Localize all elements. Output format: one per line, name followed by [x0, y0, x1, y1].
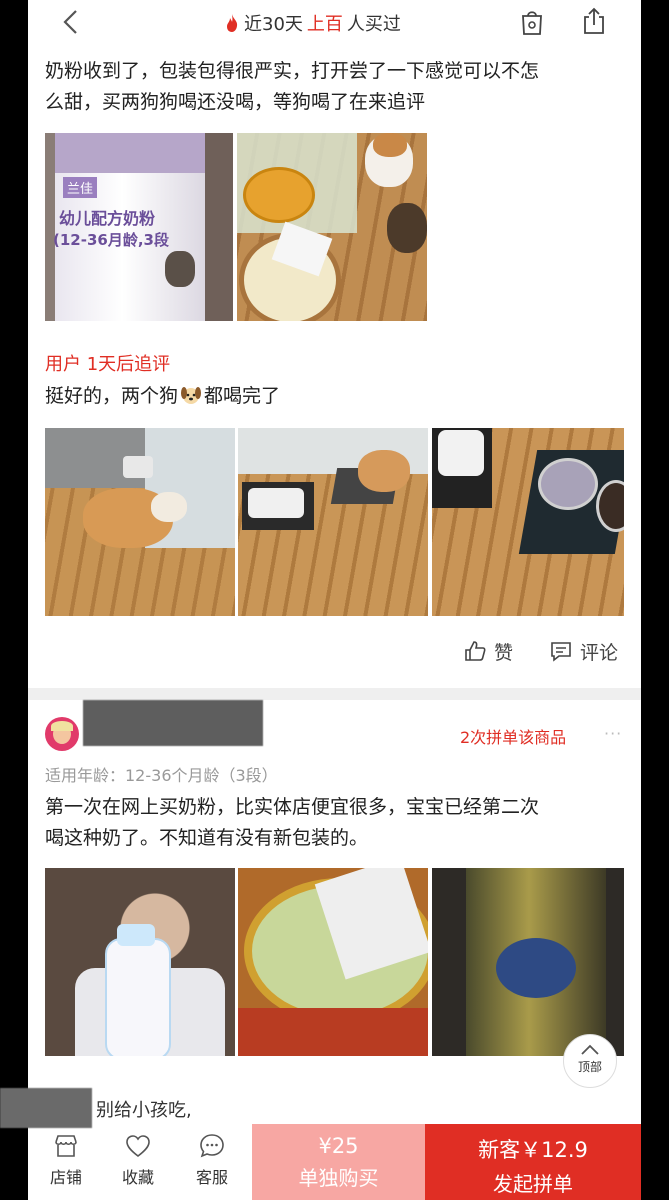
- review-2-photo-can-side[interactable]: [432, 868, 624, 1056]
- banner-suffix: 人买过: [346, 14, 401, 35]
- reply-text: 别给小孩吃,: [96, 1100, 192, 1121]
- heart-icon: [126, 1135, 150, 1158]
- store-icon: [55, 1135, 77, 1157]
- chat-icon: [200, 1134, 224, 1158]
- single-buy-button[interactable]: ¥25 单独购买: [252, 1124, 425, 1200]
- back-to-top-label: 顶部: [577, 1060, 602, 1074]
- shop-icon[interactable]: [518, 7, 546, 37]
- followup-text: 挺好的，两个狗 都喝完了: [45, 381, 280, 412]
- review-2-photo-baby[interactable]: [45, 868, 235, 1056]
- can-label-line-2: (12-36月龄,3段: [53, 231, 169, 249]
- chevron-up-icon: [581, 1044, 599, 1055]
- more-options[interactable]: ···: [604, 724, 622, 743]
- back-arrow-icon[interactable]: [58, 8, 84, 36]
- dog-face-icon: [181, 387, 202, 404]
- can-brand: 兰佳: [63, 177, 98, 198]
- group-buy-label: 发起拼单: [493, 1172, 573, 1196]
- followup-photo-3[interactable]: [432, 428, 624, 616]
- followup-text-after: 都喝完了: [204, 385, 281, 407]
- banner-prefix: 近30天: [244, 14, 303, 35]
- followup-photo-1[interactable]: [45, 428, 235, 616]
- favorite-label: 收藏: [121, 1168, 154, 1187]
- group-buy-price: 新客￥12.9: [478, 1138, 588, 1162]
- comment-icon: [551, 642, 571, 662]
- review-2-spec: 适用年龄：12-36个月龄（3段）: [45, 766, 278, 785]
- single-buy-label: 单独购买: [298, 1166, 379, 1190]
- can-label-line-1: 幼儿配方奶粉: [59, 209, 156, 228]
- reply-strip: 别给小孩吃,: [28, 1090, 641, 1126]
- followup-label: 用户 1天后追评: [45, 354, 171, 375]
- group-buy-button[interactable]: 新客￥12.9 发起拼单: [425, 1124, 641, 1200]
- store-button[interactable]: 店铺: [36, 1132, 96, 1188]
- review-2-photo-can-open[interactable]: [238, 868, 428, 1056]
- service-label: 客服: [195, 1168, 228, 1187]
- back-to-top-button[interactable]: 顶部: [563, 1034, 617, 1088]
- review-1-photo-bowls-dog[interactable]: [237, 133, 427, 321]
- store-label: 店铺: [49, 1168, 82, 1187]
- review-2-text-line-1: 第一次在网上买奶粉，比实体店便宜很多，宝宝已经第二次: [45, 796, 540, 818]
- review-card-2: 2次拼单该商品 ··· 适用年龄：12-36个月龄（3段） 第一次在网上买奶粉，…: [28, 700, 641, 1090]
- flame-icon: [227, 14, 238, 32]
- comment-label: 评论: [580, 641, 619, 664]
- followup-photo-2[interactable]: [238, 428, 428, 616]
- service-button[interactable]: 客服: [182, 1132, 242, 1188]
- comment-button[interactable]: 评论: [550, 636, 618, 666]
- review-1-text-line-2: 么甜，买两狗狗喝还没喝，等狗喝了在来追评: [45, 91, 426, 113]
- review-1-text-line-1: 奶粉收到了，包装包得很严实，打开尝了一下感觉可以不怎: [45, 60, 540, 82]
- review-1-photo-milk-can[interactable]: 兰佳 幼儿配方奶粉 (12-36月龄,3段: [45, 133, 233, 321]
- followup-text-before: 挺好的，两个狗: [45, 385, 179, 407]
- avatar[interactable]: [45, 717, 79, 751]
- banner-highlight: 上百: [306, 14, 343, 35]
- purchase-banner: 近30天 上百 人买过: [224, 10, 401, 36]
- like-button[interactable]: 赞: [464, 636, 513, 666]
- review-card-1: 奶粉收到了，包装包得很严实，打开尝了一下感觉可以不怎 么甜，买两狗狗喝还没喝，等…: [28, 44, 641, 688]
- purchase-count: 2次拼单该商品: [460, 728, 567, 747]
- share-icon[interactable]: [580, 6, 608, 36]
- screen: 近30天 上百 人买过 奶粉收到了，包装包得很严实，打开尝了一下感觉可以不怎 么甜，…: [28, 0, 641, 1200]
- favorite-button[interactable]: 收藏: [108, 1132, 168, 1188]
- like-label: 赞: [494, 641, 514, 664]
- thumb-up-icon: [465, 641, 486, 661]
- single-buy-price: ¥25: [318, 1134, 359, 1158]
- review-2-text-line-2: 喝这种奶了。不知道有没有新包装的。: [45, 827, 369, 849]
- bottom-bar: 店铺 收藏 客服 ¥25 单独购买 新客￥12.9 发起拼单: [28, 1124, 641, 1200]
- redacted-reply-username: [0, 1088, 92, 1128]
- redacted-username: [83, 700, 263, 746]
- top-bar: 近30天 上百 人买过: [28, 0, 641, 45]
